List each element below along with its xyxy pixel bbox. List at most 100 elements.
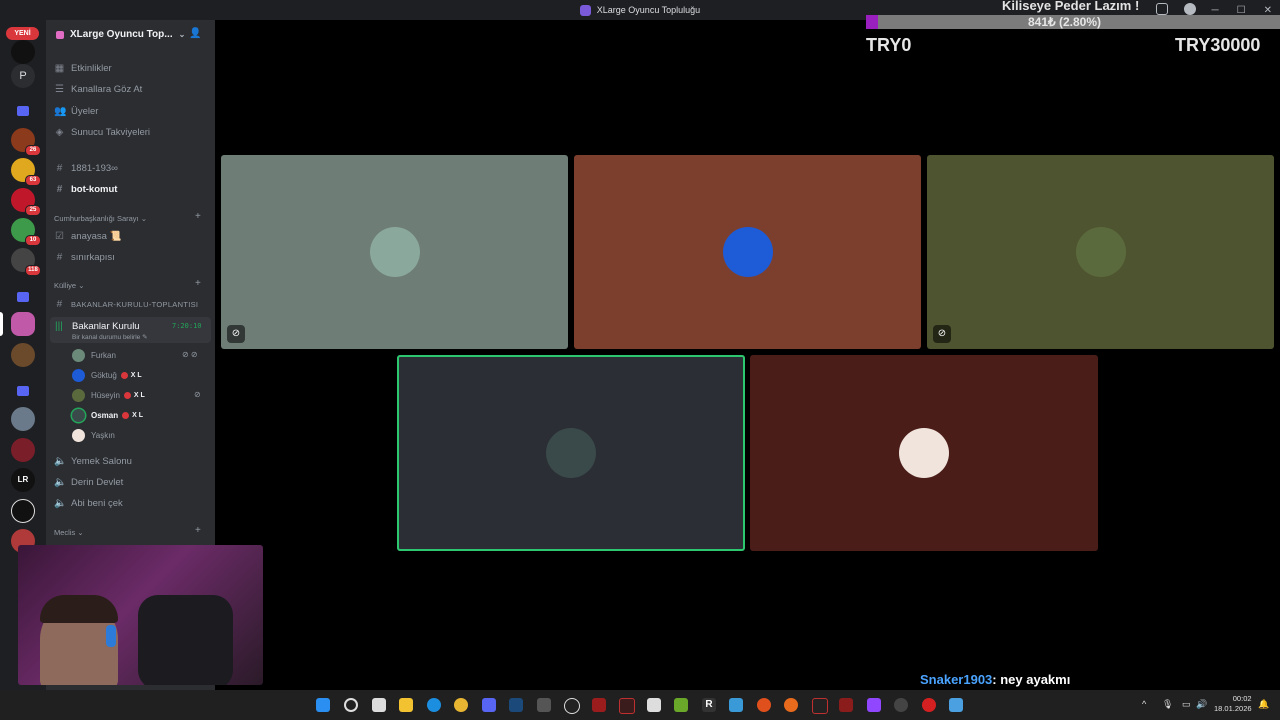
chevron-down-icon: ⌄: [78, 281, 85, 290]
voice-user-goktug[interactable]: Göktuğ X L: [72, 367, 142, 383]
server-icon-wave[interactable]: [11, 499, 35, 523]
app-icon[interactable]: [839, 698, 853, 712]
app-icon[interactable]: [647, 698, 661, 712]
server-header[interactable]: XLarge Oyuncu Top... ⌄: [56, 29, 185, 40]
add-channel-icon[interactable]: +: [195, 525, 201, 536]
app-icon[interactable]: [949, 698, 963, 712]
notification-icon[interactable]: 🔔: [1258, 699, 1269, 710]
server-icon-2[interactable]: 63: [11, 158, 41, 186]
participant-tile-yaskin[interactable]: [750, 355, 1098, 551]
category-meclis[interactable]: Meclis ⌄: [54, 528, 84, 537]
unread-badge: 26: [25, 145, 41, 156]
add-channel-icon[interactable]: +: [195, 278, 201, 289]
server-icon-3[interactable]: 25: [11, 188, 41, 216]
discord-icon[interactable]: [482, 698, 496, 712]
unread-badge: 63: [25, 175, 41, 186]
app-icon[interactable]: [757, 698, 771, 712]
server-icon-1[interactable]: 26: [11, 128, 41, 156]
app-icon[interactable]: [564, 698, 580, 714]
voice-user-huseyin[interactable]: Hüseyin X L: [72, 387, 145, 403]
file-explorer-icon[interactable]: [399, 698, 413, 712]
folder-icon[interactable]: [17, 292, 29, 302]
app-icon[interactable]: [674, 698, 688, 712]
menu-label: Sunucu Takviyeleri: [71, 126, 151, 138]
edge-icon[interactable]: [427, 698, 441, 712]
volume-icon[interactable]: 🔊: [1196, 699, 1207, 710]
app-icon[interactable]: [537, 698, 551, 712]
app-icon[interactable]: [894, 698, 908, 712]
voice-channel-derin-devlet[interactable]: 🔈 Derin Devlet: [54, 473, 123, 491]
role-tag-label: X L: [132, 411, 144, 419]
search-icon[interactable]: [344, 698, 358, 712]
streamer-webcam: [18, 545, 263, 685]
maximize-button[interactable]: ☐: [1237, 5, 1246, 16]
voice-user-yaskin[interactable]: Yaşkın: [72, 427, 115, 443]
avatar: [72, 388, 85, 402]
opera-icon[interactable]: [922, 698, 936, 712]
mic-icon[interactable]: 🎙: [1162, 699, 1173, 710]
avatar: [72, 428, 85, 442]
tray-overflow-icon[interactable]: ^: [1142, 699, 1146, 709]
participant-tile-furkan[interactable]: ⊘: [221, 155, 568, 349]
app-icon[interactable]: [729, 698, 743, 712]
app-icon[interactable]: [867, 698, 881, 712]
category-kulliye[interactable]: Külliye ⌄: [54, 281, 84, 290]
folder-icon[interactable]: [17, 386, 29, 396]
app-icon[interactable]: R: [702, 698, 716, 712]
channel-bakanlar-kurulu-toplantisi[interactable]: # BAKANLAR-KURULU-TOPLANTISI: [54, 295, 198, 313]
category-cumhurbaskanligi[interactable]: Cumhurbaşkanlığı Sarayı ⌄: [54, 214, 147, 223]
voice-user-osman[interactable]: Osman X L: [72, 407, 143, 423]
network-icon[interactable]: ▭: [1182, 699, 1191, 710]
server-icon-lr[interactable]: LR: [11, 468, 35, 492]
role-badge-icon: [123, 391, 131, 399]
hash-icon: #: [56, 183, 63, 195]
close-button[interactable]: ✕: [1264, 5, 1272, 16]
start-menu-icon[interactable]: [316, 698, 330, 712]
inbox-icon[interactable]: [1156, 3, 1168, 15]
server-icon-6[interactable]: [11, 343, 35, 367]
menu-browse-channels[interactable]: ☰ Kanallara Göz At: [54, 80, 142, 98]
server-icon-dolbul[interactable]: [11, 40, 35, 64]
menu-members[interactable]: 👥 Üyeler: [54, 102, 98, 120]
new-badge[interactable]: YENİ: [6, 27, 39, 40]
donation-goal-fill: [866, 15, 878, 29]
server-icon-7[interactable]: [11, 407, 35, 431]
server-icon-8[interactable]: [11, 438, 35, 462]
chrome-icon[interactable]: [454, 698, 468, 712]
menu-boosts[interactable]: ◈ Sunucu Takviyeleri: [54, 123, 150, 141]
add-channel-icon[interactable]: +: [195, 211, 201, 222]
server-icon-4[interactable]: 10: [11, 218, 41, 246]
firefox-icon[interactable]: [784, 698, 798, 712]
voice-user-name: Yaşkın: [91, 430, 115, 440]
channel-sinirkapisi[interactable]: # sınırkapısı: [54, 248, 115, 266]
taskbar-clock[interactable]: 00:02 18.01.2026: [1214, 694, 1252, 714]
participant-tile-osman[interactable]: [397, 355, 745, 551]
menu-events[interactable]: ▦ Etkinlikler: [54, 59, 112, 77]
obs-icon[interactable]: [619, 698, 635, 714]
streamer-hair: [40, 595, 118, 623]
app-icon[interactable]: [812, 698, 828, 714]
server-icon-xlarge[interactable]: [11, 312, 35, 336]
mic-muted-icon: ⊘: [194, 390, 201, 399]
steam-icon[interactable]: [509, 698, 523, 712]
folder-icon[interactable]: [17, 106, 29, 116]
channel-anayasa[interactable]: ☑ anayasa 📜: [54, 227, 121, 245]
participant-avatar: [546, 428, 596, 478]
minimize-button[interactable]: ─: [1212, 5, 1219, 16]
invite-member-icon[interactable]: 👤: [189, 28, 201, 39]
server-icon-p[interactable]: P: [11, 64, 35, 88]
voice-channel-abi-beni-cek[interactable]: 🔈 Abi beni çek: [54, 494, 123, 512]
server-icon-5[interactable]: 118: [11, 248, 41, 276]
participant-tile-huseyin[interactable]: ⊘: [927, 155, 1274, 349]
app-icon[interactable]: [592, 698, 606, 712]
voice-user-name: Osman: [91, 410, 119, 420]
voice-channel-yemek-salonu[interactable]: 🔈 Yemek Salonu: [54, 452, 132, 470]
help-icon[interactable]: [1184, 3, 1196, 15]
server-badge-icon: [56, 30, 64, 39]
participant-tile-goktug[interactable]: [574, 155, 921, 349]
channel-1881[interactable]: #1881-193∞: [54, 159, 118, 177]
voice-user-furkan[interactable]: Furkan: [72, 347, 116, 363]
voice-channel-status[interactable]: Bir kanal durumu belirle ✎: [72, 333, 148, 341]
channel-bot-komut[interactable]: # bot-komut: [54, 180, 118, 198]
task-view-icon[interactable]: [372, 698, 386, 712]
